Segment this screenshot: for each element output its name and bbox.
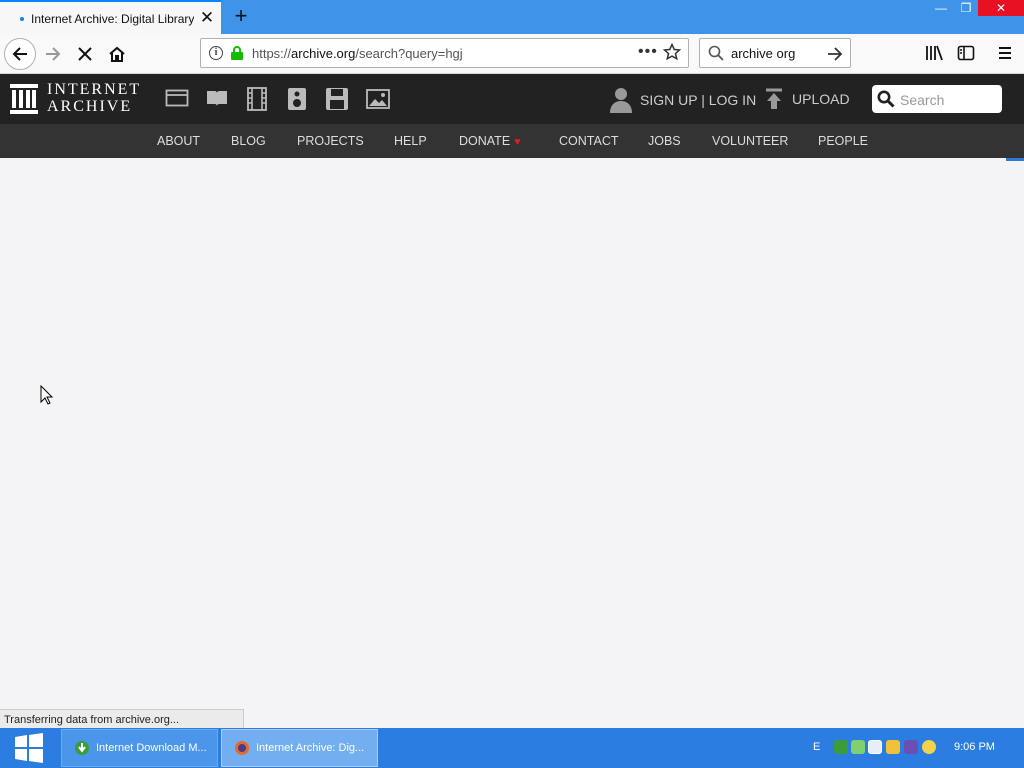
windows-logo-icon <box>15 733 43 763</box>
taskbar-idm-label: Internet Download M... <box>96 742 207 754</box>
sign-in-label: SIGN UP | LOG IN <box>640 92 757 108</box>
taskbar-idm[interactable]: Internet Download M... <box>61 729 218 767</box>
heart-icon: ♥ <box>514 136 521 148</box>
tab-close-icon[interactable]: ✕ <box>198 9 216 27</box>
home-button[interactable] <box>101 38 133 70</box>
logo-line-1: INTERNET <box>47 81 142 98</box>
info-icon[interactable]: i <box>209 46 223 60</box>
stop-icon <box>78 47 92 61</box>
tray-chat-icon[interactable] <box>851 740 865 754</box>
status-bar: Transferring data from archive.org... <box>0 709 244 728</box>
tab-loading-icon <box>20 17 24 21</box>
tray-smiley-icon[interactable] <box>922 740 936 754</box>
tab-bar: Internet Archive: Digital Library of F ✕… <box>0 0 1024 34</box>
browser-tab[interactable]: Internet Archive: Digital Library of F ✕ <box>0 0 221 34</box>
url-prefix: https:// <box>252 46 292 61</box>
url-host: archive.org <box>291 46 356 61</box>
user-icon <box>610 88 632 113</box>
nav-contact[interactable]: CONTACT <box>559 134 619 148</box>
nav-blog[interactable]: BLOG <box>231 134 266 148</box>
window-close-button[interactable]: ✕ <box>978 0 1024 16</box>
tray-app-icon[interactable] <box>904 740 918 754</box>
taskbar-firefox-label: Internet Archive: Dig... <box>256 742 365 754</box>
url-path: /search?query=hgj <box>355 46 463 61</box>
archive-logo-icon[interactable] <box>10 84 38 114</box>
site-header: INTERNET ARCHIVE SIGN UP | LOG IN UPLOAD… <box>0 74 1024 124</box>
tray-clock[interactable]: 9:06 PM <box>954 741 995 753</box>
restore-button[interactable]: ❐ <box>952 0 980 16</box>
forward-arrow-icon <box>46 47 61 61</box>
images-icon[interactable] <box>365 87 391 111</box>
tab-title: Internet Archive: Digital Library of F <box>31 12 194 26</box>
back-arrow-icon <box>12 47 27 61</box>
upload-link[interactable]: UPLOAD <box>764 88 850 110</box>
video-icon[interactable] <box>245 87 269 111</box>
nav-donate-label: DONATE <box>459 134 511 148</box>
search-icon <box>708 45 724 61</box>
nav-projects[interactable]: PROJECTS <box>297 134 364 148</box>
search-go-arrow-icon[interactable] <box>826 45 844 63</box>
audio-icon[interactable] <box>287 87 307 111</box>
forward-button[interactable] <box>37 38 69 70</box>
library-icon[interactable] <box>925 44 943 62</box>
web-icon[interactable] <box>165 87 189 109</box>
lock-icon <box>231 46 243 60</box>
nav-volunteer[interactable]: VOLUNTEER <box>712 134 788 148</box>
site-search-input[interactable]: Search <box>872 85 1002 113</box>
site-nav: ABOUT BLOG PROJECTS HELP DONATE ♥ CONTACT… <box>0 124 1024 158</box>
sign-in-link[interactable]: SIGN UP | LOG IN <box>610 87 756 113</box>
page-actions-icon[interactable]: ••• <box>638 43 658 61</box>
site-search-placeholder: Search <box>900 92 945 108</box>
texts-icon[interactable] <box>205 87 229 109</box>
loading-progress-bar <box>1006 158 1024 161</box>
search-bar[interactable]: archive org <box>699 38 851 68</box>
new-tab-button[interactable]: + <box>229 4 253 28</box>
back-button[interactable] <box>4 38 36 70</box>
mouse-cursor-icon <box>40 385 54 405</box>
bookmark-star-icon[interactable] <box>663 43 681 61</box>
nav-about[interactable]: ABOUT <box>157 134 200 148</box>
nav-people[interactable]: PEOPLE <box>818 134 868 148</box>
menu-icon[interactable] <box>996 44 1014 62</box>
navigation-toolbar: i https://archive.org/search?query=hgj •… <box>0 34 1024 74</box>
software-icon[interactable] <box>325 87 349 111</box>
sidebar-icon[interactable] <box>957 44 975 62</box>
tray-shield-icon[interactable] <box>886 740 900 754</box>
url-text[interactable]: https://archive.org/search?query=hgj <box>252 46 463 61</box>
logo-line-2: ARCHIVE <box>47 98 133 115</box>
nav-donate[interactable]: DONATE ♥ <box>459 134 521 148</box>
tray-language-indicator[interactable]: E <box>813 741 820 753</box>
taskbar: Internet Download M... Internet Archive:… <box>0 728 1024 768</box>
nav-help[interactable]: HELP <box>394 134 427 148</box>
archive-logo-text[interactable]: INTERNET ARCHIVE <box>47 81 141 115</box>
url-bar[interactable]: i https://archive.org/search?query=hgj •… <box>200 38 689 68</box>
upload-icon <box>766 88 782 109</box>
search-icon <box>877 90 895 108</box>
firefox-app-icon <box>235 741 249 755</box>
nav-jobs[interactable]: JOBS <box>648 134 681 148</box>
stop-button[interactable] <box>69 38 101 70</box>
tray-idm-icon[interactable] <box>834 740 848 754</box>
search-bar-value: archive org <box>731 46 796 61</box>
start-button[interactable] <box>0 728 58 768</box>
tray-network-icon[interactable] <box>868 740 882 754</box>
home-icon <box>109 46 125 62</box>
taskbar-firefox[interactable]: Internet Archive: Dig... <box>221 729 378 767</box>
idm-app-icon <box>75 741 89 755</box>
upload-label: UPLOAD <box>792 91 850 107</box>
minimize-button[interactable]: — <box>927 0 955 16</box>
